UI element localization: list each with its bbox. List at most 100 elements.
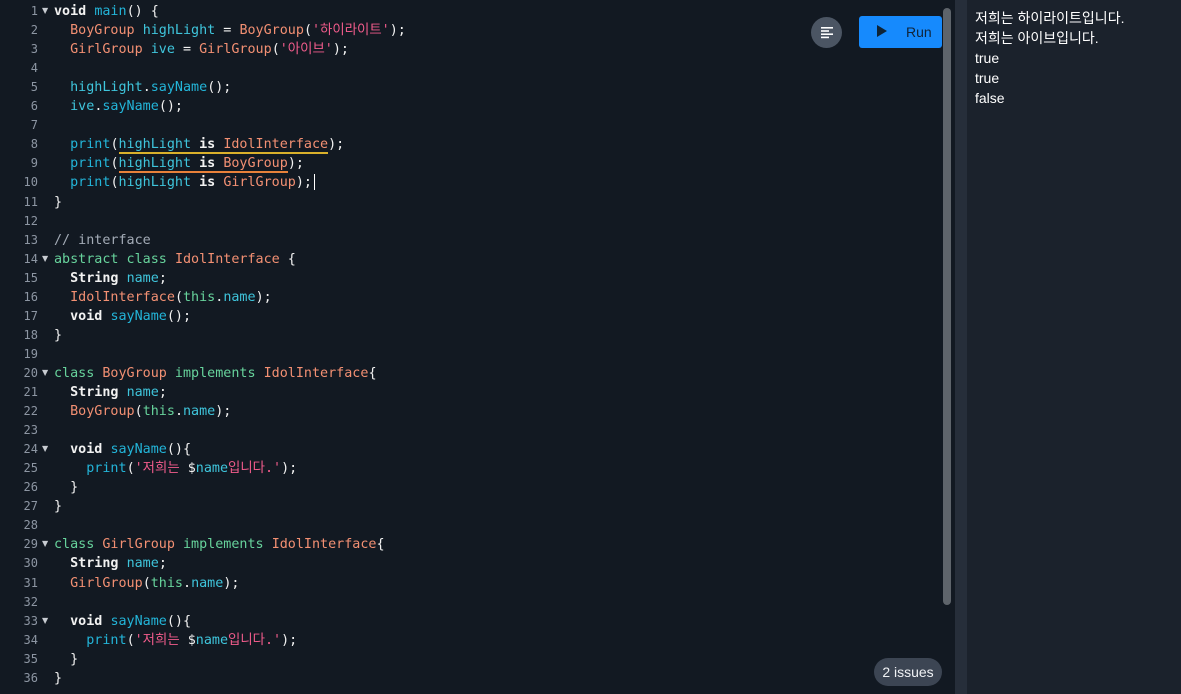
code-token: $ xyxy=(187,632,196,648)
code-token: print xyxy=(86,461,127,477)
fold-arrow-icon[interactable]: ▼ xyxy=(42,441,50,460)
code-token: // interface xyxy=(54,232,151,248)
line-number: 18 xyxy=(23,327,38,342)
line-number: 16 xyxy=(23,289,38,304)
code-token: } xyxy=(54,670,63,686)
code-line: String name; xyxy=(54,383,167,402)
code-token: BoyGroup xyxy=(70,23,135,39)
code-token: highLight xyxy=(118,156,192,174)
fold-arrow-icon[interactable]: ▼ xyxy=(42,613,50,632)
code-token: . xyxy=(183,575,192,591)
code-line: String name; xyxy=(54,554,167,573)
fold-arrow-icon[interactable]: ▼ xyxy=(42,536,50,555)
code-token: } xyxy=(54,327,63,343)
code-token: ( xyxy=(134,404,143,420)
line-number: 12 xyxy=(23,213,38,228)
text-caret xyxy=(314,174,315,191)
line-number: 6 xyxy=(30,99,38,114)
console-output-line: true xyxy=(975,70,1000,86)
code-token: } xyxy=(70,480,79,496)
code-token: ); xyxy=(215,404,232,420)
code-line: ive.sayName(); xyxy=(54,97,183,116)
code-token: $ xyxy=(187,461,196,477)
line-number: 1 xyxy=(30,4,38,18)
code-token: (); xyxy=(207,80,232,96)
code-token: ; xyxy=(158,385,167,400)
code-token: '하이라이트' xyxy=(312,23,390,39)
code-token: name xyxy=(191,575,224,591)
code-token: name xyxy=(126,556,159,572)
code-token: String xyxy=(70,556,127,572)
line-number: 9 xyxy=(30,156,38,171)
code-token: GirlGroup xyxy=(70,575,143,591)
code-token: String xyxy=(70,270,127,286)
code-token: 입니다.' xyxy=(228,632,282,648)
editor-scrollbar[interactable] xyxy=(943,8,951,605)
format-button[interactable] xyxy=(811,17,842,48)
code-token: ( xyxy=(303,23,312,39)
code-token: name xyxy=(195,461,229,477)
code-token: GirlGroup xyxy=(223,175,296,191)
code-token: { xyxy=(368,365,377,381)
code-token: = xyxy=(215,23,240,39)
code-token: ive xyxy=(70,99,95,115)
line-number: 34 xyxy=(23,632,38,647)
panel-divider[interactable] xyxy=(955,0,967,694)
console-output-line: 저희는 하이라이트입니다. xyxy=(975,10,1125,26)
code-line: IdolInterface(this.name); xyxy=(54,288,272,307)
line-number: 32 xyxy=(23,594,38,609)
code-token: ( xyxy=(126,632,135,648)
code-token: ); xyxy=(223,575,240,591)
code-token: String xyxy=(70,385,127,400)
code-token: GirlGroup xyxy=(199,42,272,58)
run-button[interactable]: Run xyxy=(859,16,942,48)
code-token: IdolInterface xyxy=(271,537,377,553)
code-token: name xyxy=(195,632,229,648)
code-line: print(highLight is IdolInterface); xyxy=(54,135,344,155)
code-token: '저희는 xyxy=(134,461,188,477)
issues-badge[interactable]: 2 issues xyxy=(874,658,942,686)
code-token: sayName xyxy=(102,99,159,115)
line-number: 14 xyxy=(23,251,38,266)
code-token: class xyxy=(54,537,103,553)
code-token: highLight xyxy=(118,137,192,155)
code-token: GirlGroup xyxy=(70,42,143,58)
line-number: 15 xyxy=(23,270,38,285)
line-number: 21 xyxy=(23,385,38,399)
code-token: ); xyxy=(332,42,349,58)
code-token: '아이브' xyxy=(279,42,333,58)
fold-arrow-icon[interactable]: ▼ xyxy=(42,251,50,270)
code-line: } xyxy=(54,497,62,516)
fold-arrow-icon[interactable]: ▼ xyxy=(42,365,50,384)
fold-arrow-icon[interactable]: ▼ xyxy=(42,3,50,22)
code-line: BoyGroup(this.name); xyxy=(54,402,231,421)
code-token: { xyxy=(279,251,296,267)
code-token: } xyxy=(70,651,79,667)
line-number: 5 xyxy=(30,80,38,95)
line-number: 33 xyxy=(23,613,38,628)
code-token: sayName xyxy=(110,442,167,458)
code-token: ( xyxy=(110,156,119,172)
line-number: 24 xyxy=(23,442,38,457)
code-editor[interactable]: 1 ▼ 2 3 4 5 6 7 8 9 10 11 12 13 14 ▼ 15 16 17 18 19 20 ▼ 21 22 23… xyxy=(0,0,955,694)
code-token: '저희는 xyxy=(134,632,188,648)
code-line: } xyxy=(54,650,78,669)
code-token: BoyGroup xyxy=(239,23,304,39)
code-token: implements xyxy=(166,365,264,381)
code-token: () { xyxy=(126,4,159,19)
code-token: name xyxy=(126,385,159,400)
line-number: 35 xyxy=(23,651,38,666)
